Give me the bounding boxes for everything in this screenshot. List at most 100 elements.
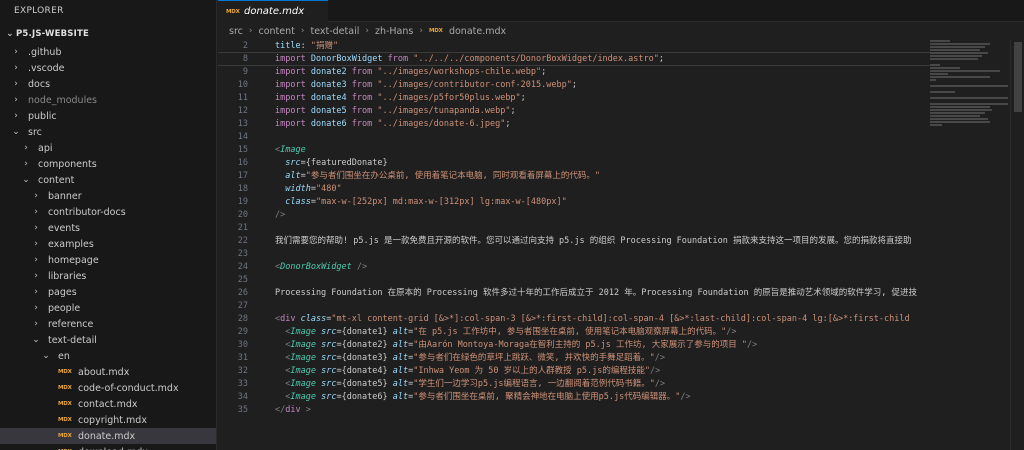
- code-line: 27: [218, 300, 930, 313]
- breadcrumb-zh-hans[interactable]: zh-Hans: [375, 26, 413, 37]
- tab-donate-mdx[interactable]: MDX donate.mdx: [218, 0, 328, 22]
- sidebar-item-node-modules[interactable]: › node_modules: [0, 92, 216, 108]
- breadcrumb-separator: ›: [419, 26, 423, 36]
- code-line: 13 import donate6 from "../images/donate-…: [218, 118, 930, 131]
- minimap-line: [930, 115, 980, 117]
- sidebar-item-docs[interactable]: › docs: [0, 76, 216, 92]
- code-line: 15 <Image: [218, 144, 930, 157]
- code-line: 33 <Image src={donate5} alt="学生们一边学习p5.j…: [218, 378, 930, 391]
- scrollbar-thumb[interactable]: [1014, 42, 1022, 112]
- code-line: 35 </div >: [218, 404, 930, 417]
- line-number: 25: [237, 275, 248, 285]
- minimap-line: [930, 118, 988, 120]
- sidebar-item-label: .vscode: [28, 62, 65, 74]
- sidebar-item-examples[interactable]: › examples: [0, 236, 216, 252]
- sidebar-item-contributor-docs[interactable]: › contributor-docs: [0, 204, 216, 220]
- sidebar-item-code-of-conduct-mdx[interactable]: MDX code-of-conduct.mdx: [0, 380, 216, 396]
- breadcrumb-text-detail[interactable]: text-detail: [310, 26, 359, 37]
- sidebar-item-text-detail[interactable]: ⌄ text-detail: [0, 332, 216, 348]
- sidebar-item-label: libraries: [48, 270, 87, 282]
- sidebar-item-content[interactable]: ⌄ content: [0, 172, 216, 188]
- code-line: 25: [218, 274, 930, 287]
- chevron-right-icon: ›: [34, 255, 38, 265]
- code-line: 19 class="max-w-[252px] md:max-w-[312px]…: [218, 196, 930, 209]
- chevron-right-icon: ›: [34, 271, 38, 281]
- line-number: 35: [237, 405, 248, 415]
- sidebar-item-events[interactable]: › events: [0, 220, 216, 236]
- sidebar-item-about-mdx[interactable]: MDX about.mdx: [0, 364, 216, 380]
- sidebar-item-label: en: [58, 350, 70, 362]
- sidebar-item-en[interactable]: ⌄ en: [0, 348, 216, 364]
- code-line: 31 <Image src={donate3} alt="参与者们在绿色的草坪上…: [218, 352, 930, 365]
- sidebar-item-label: contact.mdx: [78, 398, 138, 410]
- code-editor[interactable]: 2 title: "捐赠" 8 import DonorBoxWidget from…: [218, 40, 930, 450]
- sidebar-item-src[interactable]: ⌄ src: [0, 124, 216, 140]
- explorer-sidebar: EXPLORER ⌄ P5.JS-WEBSITE › .github › .vscod…: [0, 0, 217, 450]
- chevron-down-icon: ⌄: [22, 175, 30, 185]
- sidebar-item-banner[interactable]: › banner: [0, 188, 216, 204]
- sidebar-item-people[interactable]: › people: [0, 300, 216, 316]
- line-number: 24: [237, 262, 248, 272]
- sidebar-item-copyright-mdx[interactable]: MDX copyright.mdx: [0, 412, 216, 428]
- breadcrumb-separator: ›: [365, 26, 369, 36]
- sidebar-item-label: reference: [48, 318, 94, 330]
- sidebar-item-label: copyright.mdx: [78, 414, 147, 426]
- sidebar-item-api[interactable]: › api: [0, 140, 216, 156]
- code-line: 20/>: [218, 209, 930, 222]
- code-line: 21: [218, 222, 930, 235]
- minimap-line: [930, 112, 985, 114]
- chevron-right-icon: ›: [14, 47, 18, 57]
- chevron-right-icon: ›: [34, 239, 38, 249]
- minimap-line: [930, 49, 980, 51]
- chevron-right-icon: ›: [34, 319, 38, 329]
- breadcrumb-src[interactable]: src: [229, 26, 243, 37]
- project-name: P5.JS-WEBSITE: [16, 28, 89, 39]
- sidebar-item-github[interactable]: › .github: [0, 44, 216, 60]
- sidebar-item-public[interactable]: › public: [0, 108, 216, 124]
- line-number: 33: [237, 379, 248, 389]
- code-line: 11 import donate4 from "../images/p5for50…: [218, 92, 930, 105]
- line-number: 34: [237, 392, 248, 402]
- code-line: 8 import DonorBoxWidget from "../../../co…: [218, 53, 930, 66]
- code-line: 12 import donate5 from "../images/tunapan…: [218, 105, 930, 118]
- minimap-line: [930, 121, 990, 123]
- chevron-right-icon: ›: [14, 95, 18, 105]
- sidebar-item-label: src: [28, 126, 42, 138]
- project-root[interactable]: ⌄ P5.JS-WEBSITE: [0, 25, 216, 42]
- line-number: 20: [237, 210, 248, 220]
- sidebar-item-label: events: [48, 222, 81, 234]
- sidebar-item-label: download.mdx: [78, 447, 148, 450]
- sidebar-item-label: examples: [48, 238, 94, 250]
- minimap-line: [930, 91, 955, 93]
- sidebar-item-vscode[interactable]: › .vscode: [0, 60, 216, 76]
- chevron-right-icon: ›: [34, 287, 38, 297]
- sidebar-item-homepage[interactable]: › homepage: [0, 252, 216, 268]
- sidebar-item-components[interactable]: › components: [0, 156, 216, 172]
- sidebar-item-donate-mdx[interactable]: MDX donate.mdx: [0, 428, 216, 444]
- sidebar-item-reference[interactable]: › reference: [0, 316, 216, 332]
- chevron-right-icon: ›: [34, 223, 38, 233]
- minimap-line: [930, 55, 982, 57]
- tab-bar: MDX donate.mdx: [218, 0, 1024, 22]
- breadcrumb-content[interactable]: content: [258, 26, 294, 37]
- code-line: 30 <Image src={donate2} alt="由Aarón Mont…: [218, 339, 930, 352]
- sidebar-item-libraries[interactable]: › libraries: [0, 268, 216, 284]
- chevron-right-icon: ›: [14, 111, 18, 121]
- line-number: 9: [242, 67, 248, 77]
- minimap-line: [930, 46, 985, 48]
- code-line: 26 Processing Foundation 在原本的 Processing …: [218, 287, 930, 300]
- sidebar-item-download-mdx[interactable]: MDXdownload.mdx: [0, 444, 216, 450]
- code-line: 14: [218, 131, 930, 144]
- line-number: 32: [237, 366, 248, 376]
- breadcrumb-file[interactable]: donate.mdx: [449, 26, 506, 37]
- line-number: 26: [237, 288, 248, 298]
- line-number: 14: [237, 132, 248, 142]
- sidebar-item-pages[interactable]: › pages: [0, 284, 216, 300]
- minimap[interactable]: [930, 40, 1008, 126]
- sidebar-item-label: .github: [28, 46, 62, 58]
- sidebar-item-contact-mdx[interactable]: MDX contact.mdx: [0, 396, 216, 412]
- minimap-line: [930, 70, 1000, 72]
- code-line: 10 import donate3 from "../images/contrib…: [218, 79, 930, 92]
- minimap-line: [930, 97, 1008, 99]
- chevron-down-icon: ⌄: [32, 335, 40, 345]
